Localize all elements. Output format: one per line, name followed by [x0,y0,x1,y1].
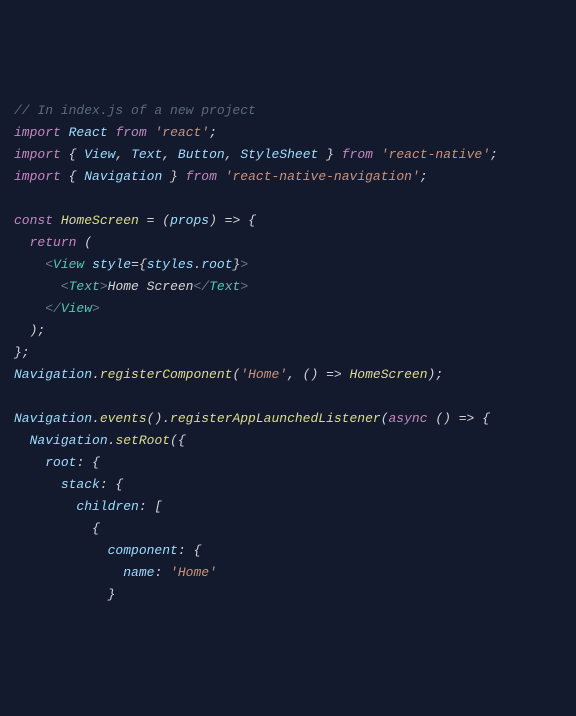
comma: , [115,147,131,162]
prop-stack: stack [61,477,100,492]
jsx-view: View [53,257,84,272]
jsx-text: Text [69,279,100,294]
kw-import: import [14,125,61,140]
id-react: React [69,125,108,140]
comma: , [162,147,178,162]
fn-registerapplaunched: registerAppLaunchedListener [170,411,381,426]
prop-name: name [123,565,154,580]
kw-async: async [389,411,428,426]
angle: > [92,301,100,316]
dot: . [92,367,100,382]
colon: : [154,565,170,580]
angle: </ [193,279,209,294]
kw-from: from [115,125,146,140]
colon: : { [100,477,123,492]
colon: : { [76,455,99,470]
id-view: View [84,147,115,162]
brace: { [14,521,100,536]
id-navigation: Navigation [30,433,108,448]
brace: { [69,169,85,184]
angle: < [45,257,53,272]
prop-children: children [76,499,138,514]
arrow: , () => [287,367,349,382]
paren: (). [147,411,170,426]
text-content: Home Screen [108,279,194,294]
kw-return: return [30,235,77,250]
angle: > [240,257,248,272]
brace: { [139,257,147,272]
attr-style: style [92,257,131,272]
angle: </ [45,301,61,316]
close-brace: }; [14,345,30,360]
fn-registercomponent: registerComponent [100,367,233,382]
semi: ; [420,169,428,184]
id-button: Button [178,147,225,162]
semi: ; [490,147,498,162]
fn-homescreen: HomeScreen [61,213,139,228]
kw-const: const [14,213,53,228]
angle: < [61,279,69,294]
str-home: 'Home' [170,565,217,580]
fn-setroot: setRoot [115,433,170,448]
eq: = [131,257,139,272]
eq: = ( [139,213,170,228]
comma: , [225,147,241,162]
brace: } [318,147,334,162]
jsx-text-close: Text [209,279,240,294]
id-stylesheet: StyleSheet [240,147,318,162]
arrow: ) => { [209,213,256,228]
id-text: Text [131,147,162,162]
jsx-view-close: View [61,301,92,316]
id-navigation: Navigation [14,411,92,426]
str-home: 'Home' [240,367,287,382]
semi: ; [209,125,217,140]
brace: } [162,169,178,184]
space [84,257,92,272]
str-react: 'react' [154,125,209,140]
dot: . [92,411,100,426]
kw-import: import [14,147,61,162]
paren: ( [76,235,92,250]
kw-import: import [14,169,61,184]
fn-events: events [100,411,147,426]
kw-from: from [186,169,217,184]
id-props: props [170,213,209,228]
close: ); [428,367,444,382]
brace: { [69,147,85,162]
colon: : { [178,543,201,558]
id-navigation: Navigation [84,169,162,184]
close-paren: ); [14,323,45,338]
prop-component: component [108,543,178,558]
id-navigation: Navigation [14,367,92,382]
paren: ( [381,411,389,426]
id-styles: styles [147,257,194,272]
arrow: () => { [428,411,490,426]
angle: > [240,279,248,294]
str-rnn: 'react-native-navigation' [225,169,420,184]
code-block: // In index.js of a new project import R… [14,100,562,606]
comment-line: // In index.js of a new project [14,103,256,118]
angle: > [100,279,108,294]
paren: ({ [170,433,186,448]
brace: } [14,587,115,602]
colon: : [ [139,499,162,514]
id-root: root [201,257,232,272]
fn-homescreen: HomeScreen [350,367,428,382]
prop-root: root [45,455,76,470]
kw-from: from [342,147,373,162]
str-rn: 'react-native' [381,147,490,162]
